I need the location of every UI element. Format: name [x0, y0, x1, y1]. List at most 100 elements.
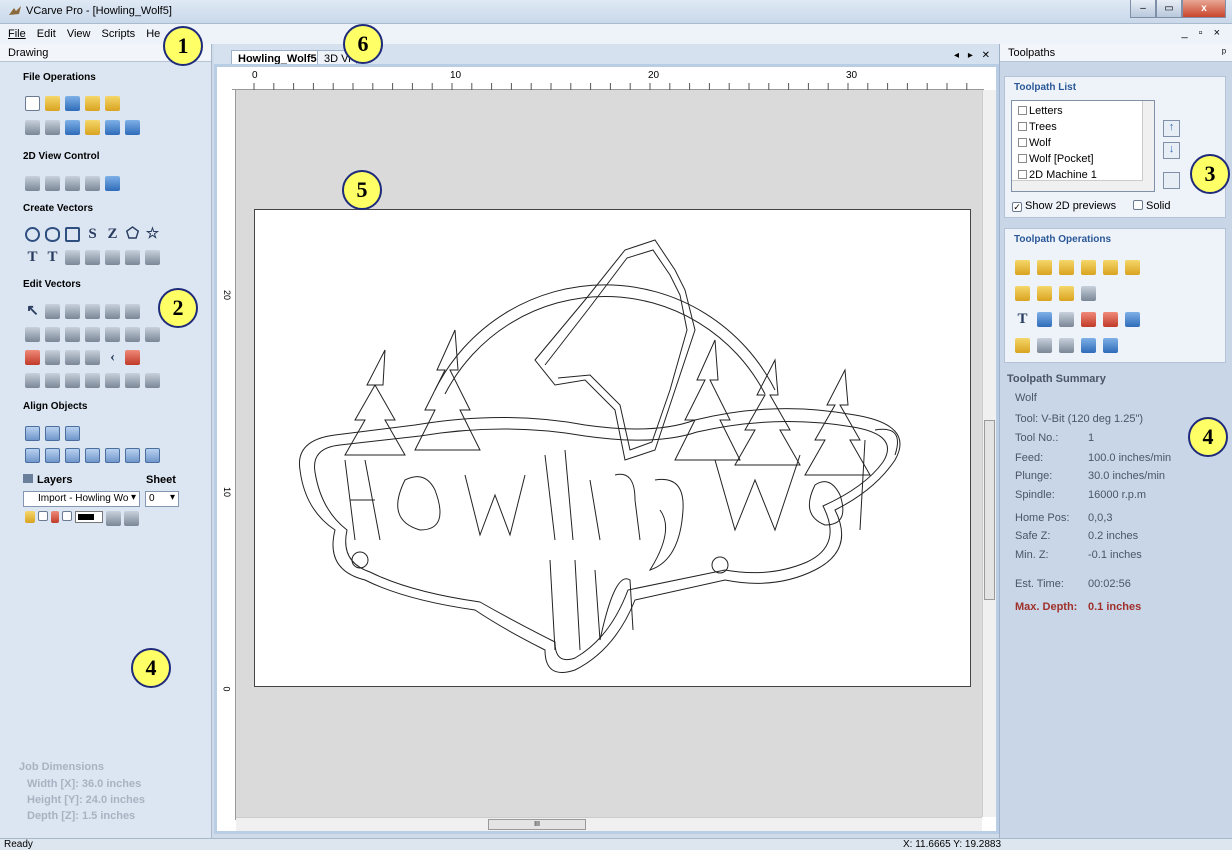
zoom-icon[interactable] — [45, 176, 60, 191]
text-icon[interactable]: T — [25, 250, 40, 265]
polygon-icon[interactable]: ⬠ — [125, 227, 140, 242]
vertical-scrollbar[interactable] — [982, 90, 996, 817]
ellipse-icon[interactable] — [45, 227, 60, 242]
circle-icon[interactable] — [25, 227, 40, 242]
cut-icon[interactable] — [45, 120, 60, 135]
intersect-icon[interactable] — [85, 350, 100, 365]
copy-icon[interactable] — [65, 120, 80, 135]
move-icon[interactable] — [25, 327, 40, 342]
align-center-h-icon[interactable] — [125, 448, 140, 463]
save-toolpath-icon[interactable] — [1125, 312, 1140, 327]
align-left-icon[interactable] — [45, 448, 60, 463]
align-right-icon[interactable] — [65, 448, 80, 463]
menu-file[interactable]: File — [8, 28, 26, 40]
zoom-extents-icon[interactable] — [65, 176, 80, 191]
join-icon[interactable] — [125, 327, 140, 342]
export-toolpath-icon[interactable] — [1103, 338, 1118, 353]
star-icon[interactable]: ☆ — [145, 227, 160, 242]
polyline-icon[interactable]: S — [85, 227, 100, 242]
menu-edit[interactable]: Edit — [37, 28, 56, 40]
tab-icon-2[interactable] — [65, 373, 80, 388]
toolpath-item-trees[interactable]: Trees — [1018, 121, 1057, 133]
tool-database-icon[interactable] — [1015, 338, 1030, 353]
toolpath-item-wolf-pocket[interactable]: Wolf [Pocket] — [1018, 153, 1094, 165]
menu-scripts[interactable]: Scripts — [102, 28, 136, 40]
save-icon[interactable] — [65, 96, 80, 111]
new-file-icon[interactable] — [25, 96, 40, 111]
layer-color-picker[interactable] — [75, 511, 103, 523]
list-horizontal-scrollbar[interactable] — [1012, 180, 1154, 191]
select-icon[interactable]: ↖ — [25, 304, 40, 319]
align-page-center-icon[interactable] — [25, 448, 40, 463]
profile-toolpath-icon[interactable] — [1015, 260, 1030, 275]
quick-engrave-icon[interactable] — [1015, 286, 1030, 301]
prism-toolpath-icon[interactable] — [1103, 260, 1118, 275]
tab-icon-1[interactable] — [45, 373, 60, 388]
tab-icon-4[interactable] — [105, 373, 120, 388]
align-bottom-icon[interactable] — [105, 448, 120, 463]
mirror-icon[interactable] — [85, 327, 100, 342]
fillet-icon[interactable] — [145, 327, 160, 342]
toolpath-item-wolf[interactable]: Wolf — [1018, 137, 1051, 149]
horizontal-scrollbar[interactable]: III — [236, 817, 982, 831]
lock-checkbox[interactable] — [62, 511, 72, 521]
distort-icon[interactable] — [105, 327, 120, 342]
job-setup-icon[interactable] — [25, 120, 40, 135]
open-file-icon[interactable] — [45, 96, 60, 111]
inlay-toolpath-icon[interactable] — [1125, 260, 1140, 275]
toolpath-checkbox[interactable] — [1018, 170, 1027, 179]
toolpath-list[interactable]: Letters Trees Wolf Wolf [Pocket] 2D Mach… — [1011, 100, 1155, 192]
maximize-button[interactable]: ▭ — [1156, 0, 1182, 18]
toolpath-settings-icon[interactable] — [1163, 172, 1180, 189]
moulding-toolpath-icon[interactable] — [1059, 286, 1074, 301]
sheet-dropdown[interactable]: 0 ▾ — [145, 491, 179, 507]
time-estimate-icon[interactable] — [1103, 312, 1118, 327]
layer-properties-icon[interactable] — [106, 511, 121, 526]
curve-icon[interactable]: Z — [105, 227, 120, 242]
text-bend-icon[interactable] — [105, 250, 120, 265]
measure-icon[interactable] — [125, 304, 140, 319]
ungroup-icon[interactable] — [105, 304, 120, 319]
tab-icon-5[interactable] — [125, 373, 140, 388]
paste-icon[interactable] — [85, 120, 100, 135]
boundary-icon[interactable] — [25, 373, 40, 388]
anchor-icon[interactable] — [1081, 338, 1096, 353]
rectangle-icon[interactable] — [65, 227, 80, 242]
close-vector-icon[interactable] — [125, 350, 140, 365]
solid-option[interactable]: Solid — [1133, 200, 1170, 212]
align-center-v-icon[interactable] — [145, 448, 160, 463]
text-arc-icon[interactable] — [85, 250, 100, 265]
redo-icon[interactable] — [125, 120, 140, 135]
material-sheet[interactable] — [254, 209, 971, 687]
import-bitmap-icon[interactable] — [105, 96, 120, 111]
tab-icon-3[interactable] — [85, 373, 100, 388]
toolpath-item-letters[interactable]: Letters — [1018, 105, 1063, 117]
trace-bitmap-icon[interactable] — [145, 250, 160, 265]
toolpath-checkbox[interactable] — [1018, 106, 1027, 115]
zoom-box-icon[interactable] — [85, 176, 100, 191]
tab-controls[interactable]: ◂ ▸ ✕ — [954, 50, 993, 61]
vcarve-toolpath-icon[interactable] — [1081, 260, 1096, 275]
delete-toolpath-icon[interactable] — [1081, 312, 1096, 327]
scale-icon[interactable] — [45, 327, 60, 342]
menu-help[interactable]: He — [146, 28, 160, 40]
preview-toolpath-icon[interactable] — [1037, 338, 1052, 353]
auto-layout-text-icon[interactable]: T — [45, 250, 60, 265]
toolpath-checkbox[interactable] — [1018, 138, 1027, 147]
align-top-icon[interactable] — [85, 448, 100, 463]
toolpath-item-2d-machine[interactable]: 2D Machine 1 — [1018, 169, 1097, 179]
edit-toolpath-icon[interactable] — [1037, 312, 1052, 327]
fluting-toolpath-icon[interactable] — [1037, 286, 1052, 301]
pocket-toolpath-icon[interactable] — [1037, 260, 1052, 275]
align-center-icon[interactable] — [25, 426, 40, 441]
weld-icon[interactable] — [45, 350, 60, 365]
texture-toolpath-icon[interactable] — [1081, 286, 1096, 301]
horizontal-scroll-thumb[interactable]: III — [488, 819, 586, 830]
align-vertical-icon[interactable] — [65, 426, 80, 441]
tab-icon-6[interactable] — [145, 373, 160, 388]
menu-view[interactable]: View — [67, 28, 91, 40]
layer-manager-icon[interactable] — [124, 511, 139, 526]
array-copy-icon[interactable] — [125, 250, 140, 265]
subtract-icon[interactable] — [65, 350, 80, 365]
set-origin-icon[interactable] — [1059, 338, 1074, 353]
